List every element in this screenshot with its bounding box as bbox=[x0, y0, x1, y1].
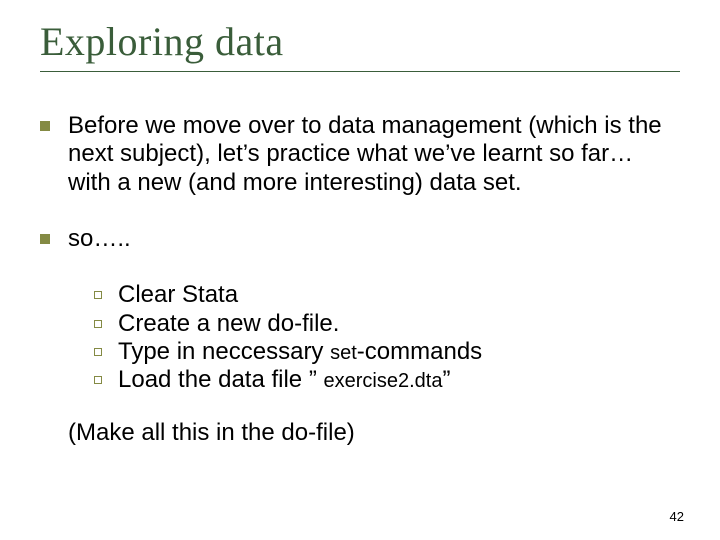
sub-bullet-item: Create a new do-file. bbox=[94, 310, 680, 338]
bullet-item: so….. bbox=[40, 225, 680, 253]
hollow-square-bullet-icon bbox=[94, 376, 102, 384]
sub-bullet-text: Create a new do-file. bbox=[118, 310, 680, 338]
hollow-square-bullet-icon bbox=[94, 291, 102, 299]
hollow-square-bullet-icon bbox=[94, 320, 102, 328]
sub-bullet-text: Type in neccessary set-commands bbox=[118, 338, 680, 366]
sub-bullet-post: -commands bbox=[357, 338, 482, 365]
bullet-item: Before we move over to data management (… bbox=[40, 112, 680, 197]
note-text: (Make all this in the do-file) bbox=[68, 419, 680, 447]
slide-body: Before we move over to data management (… bbox=[40, 112, 680, 447]
sub-bullet-post: ” bbox=[442, 366, 450, 393]
bullet-text: so….. bbox=[68, 225, 680, 253]
sub-bullet-text: Load the data file ” exercise2.dta” bbox=[118, 366, 680, 394]
command-text: set bbox=[330, 342, 357, 364]
filename-text: exercise2.dta bbox=[323, 370, 442, 392]
square-bullet-icon bbox=[40, 121, 50, 131]
sub-bullet-text: Clear Stata bbox=[118, 281, 680, 309]
sub-bullet-pre: Type in neccessary bbox=[118, 338, 330, 365]
page-number: 42 bbox=[670, 509, 684, 524]
square-bullet-icon bbox=[40, 234, 50, 244]
sub-bullet-item: Type in neccessary set-commands bbox=[94, 338, 680, 366]
sub-bullet-item: Load the data file ” exercise2.dta” bbox=[94, 366, 680, 394]
title-underline bbox=[40, 71, 680, 72]
slide-title: Exploring data bbox=[40, 18, 680, 65]
slide: Exploring data Before we move over to da… bbox=[0, 0, 720, 540]
bullet-text: Before we move over to data management (… bbox=[68, 112, 680, 197]
hollow-square-bullet-icon bbox=[94, 348, 102, 356]
sub-bullet-pre: Load the data file ” bbox=[118, 366, 323, 393]
sub-bullet-list: Clear Stata Create a new do-file. Type i… bbox=[94, 281, 680, 394]
sub-bullet-item: Clear Stata bbox=[94, 281, 680, 309]
